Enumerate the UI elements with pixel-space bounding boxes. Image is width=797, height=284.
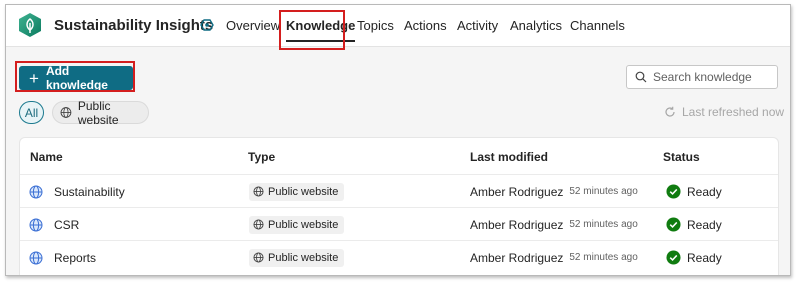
highlight-box-knowledge-tab [279, 10, 345, 50]
app-title: Sustainability Insights [54, 17, 214, 34]
check-circle-icon [666, 217, 681, 232]
type-label: Public website [268, 251, 339, 264]
modified-by: Amber Rodriguez [470, 217, 564, 232]
knowledge-table: Name Type Last modified Status Sustainab… [19, 137, 779, 275]
modified-by: Amber Rodriguez [470, 250, 564, 265]
refresh-icon [665, 106, 675, 117]
tab-channels[interactable]: Channels [570, 5, 625, 47]
check-circle-icon [666, 250, 681, 265]
row-name[interactable]: Reports [54, 251, 96, 265]
globe-icon [60, 107, 72, 118]
modified-by: Amber Rodriguez [470, 184, 564, 199]
tab-activity[interactable]: Activity [457, 5, 498, 47]
check-circle-icon [666, 184, 681, 199]
filter-all[interactable]: All [19, 101, 44, 124]
refresh-label: Last refreshed now [682, 105, 785, 119]
filter-all-label: All [24, 105, 39, 120]
column-header-name[interactable]: Name [30, 150, 63, 164]
type-chip: Public website [249, 182, 345, 201]
globe-icon [29, 251, 43, 264]
top-bar: Sustainability Insights Overview Knowled… [6, 5, 790, 47]
tab-analytics[interactable]: Analytics [510, 5, 562, 47]
status-label: Ready [687, 250, 722, 265]
type-chip: Public website [249, 215, 345, 234]
app-window: Sustainability Insights Overview Knowled… [5, 4, 791, 276]
search-input[interactable] [653, 70, 773, 84]
globe-icon [253, 252, 264, 263]
table-row[interactable]: Sustainability Public website Amber Rodr… [20, 174, 778, 207]
globe-icon [29, 185, 43, 198]
row-name[interactable]: CSR [54, 218, 79, 232]
table-row[interactable]: CSR Public website Amber Rodriguez 52 mi… [20, 207, 778, 240]
type-chip: Public website [249, 248, 345, 267]
column-header-last-modified[interactable]: Last modified [470, 150, 548, 164]
tab-topics[interactable]: Topics [357, 5, 394, 47]
row-name[interactable]: Sustainability [54, 185, 125, 199]
leaf-hexagon-icon [19, 13, 41, 37]
modified-time: 52 minutes ago [569, 186, 638, 197]
column-header-status[interactable]: Status [663, 150, 700, 164]
modified-time: 52 minutes ago [569, 252, 638, 263]
tab-actions[interactable]: Actions [404, 5, 447, 47]
globe-icon [253, 186, 264, 197]
filter-public-website[interactable]: Public website [52, 98, 149, 127]
modified-time: 52 minutes ago [569, 219, 638, 230]
globe-icon [29, 218, 43, 231]
edit-settings-icon[interactable] [199, 17, 215, 33]
filter-public-website-label: Public website [77, 98, 119, 127]
search-icon [635, 71, 647, 83]
status-label: Ready [687, 217, 722, 232]
refresh-button[interactable]: Last refreshed now [664, 105, 784, 119]
table-row[interactable]: Reports Public website Amber Rodriguez 5… [20, 240, 778, 273]
globe-icon [253, 219, 264, 230]
status-label: Ready [687, 184, 722, 199]
type-label: Public website [268, 185, 339, 198]
highlight-box-add-button [15, 61, 135, 92]
column-header-type[interactable]: Type [248, 150, 275, 164]
type-label: Public website [268, 218, 339, 231]
tab-overview[interactable]: Overview [226, 5, 280, 47]
search-box[interactable] [626, 65, 778, 89]
